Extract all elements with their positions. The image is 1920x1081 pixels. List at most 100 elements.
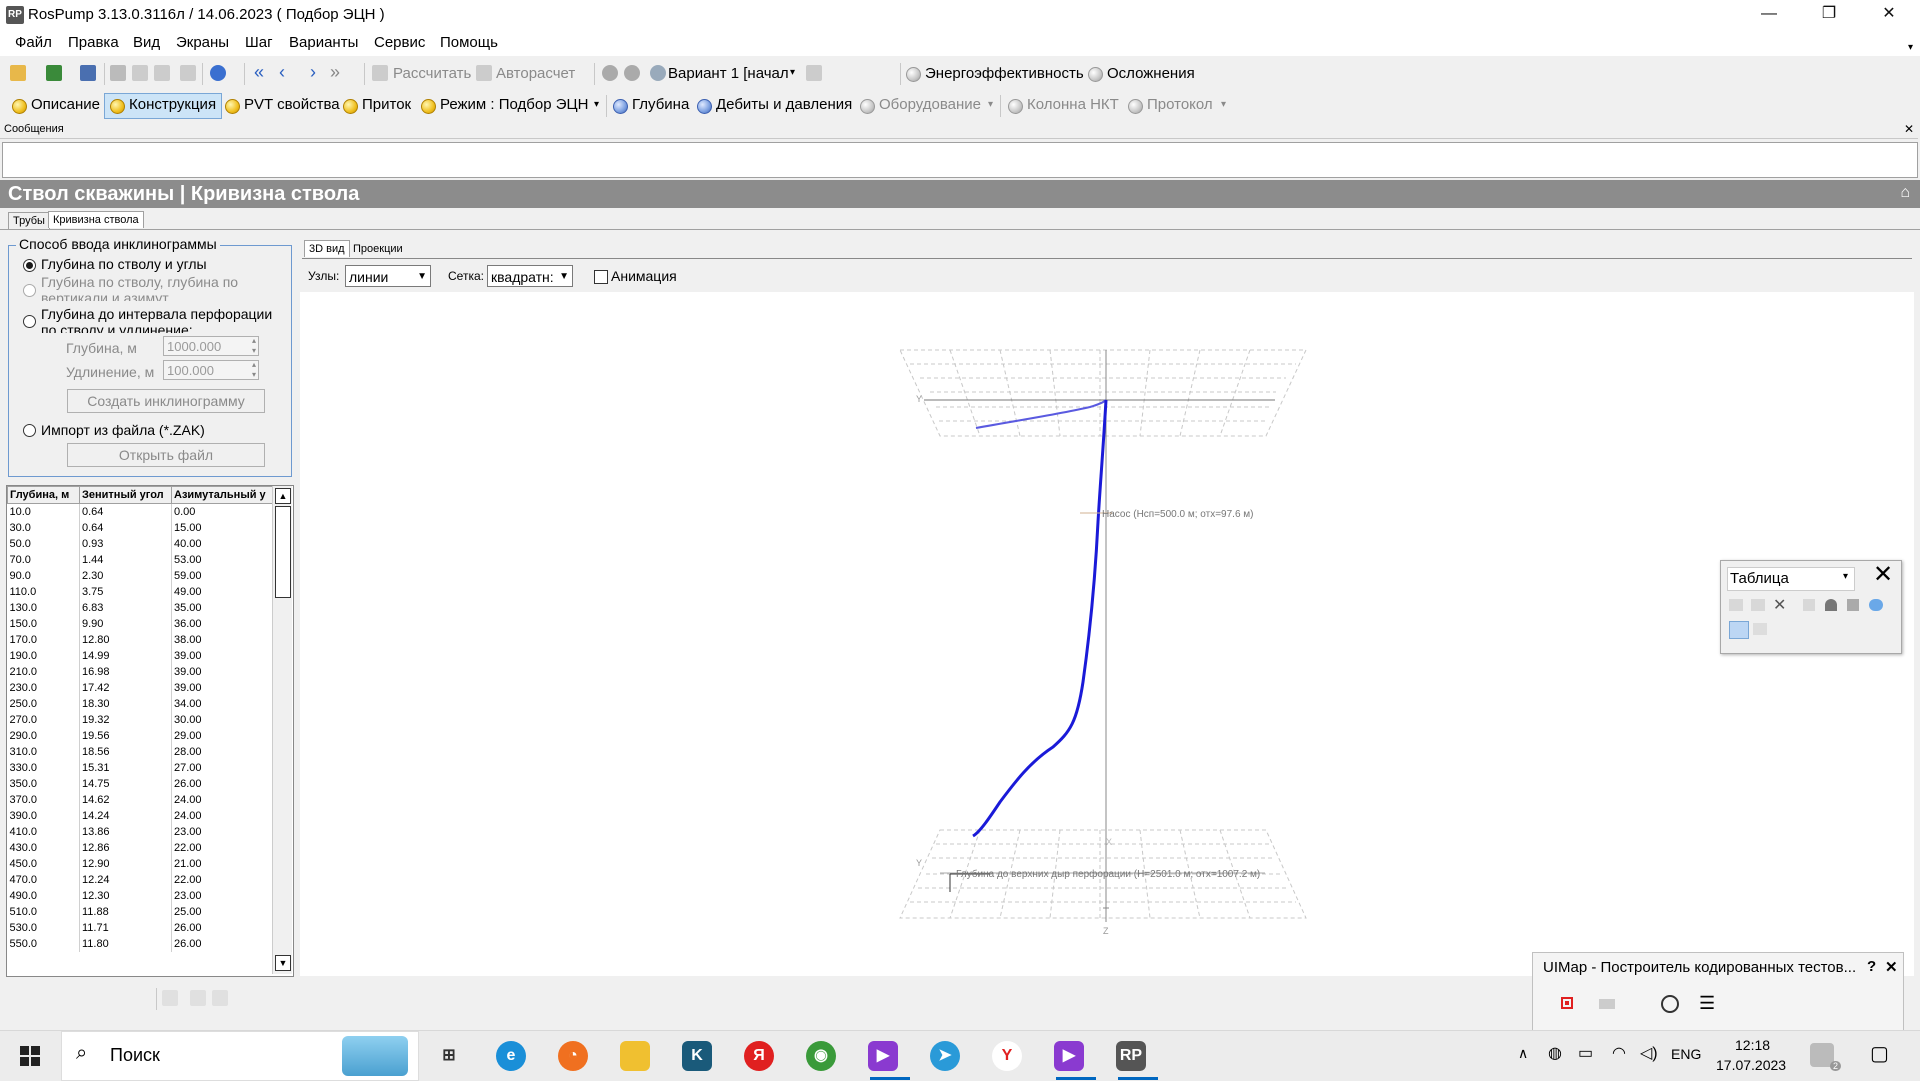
view-mode-icon-2[interactable] (1753, 623, 1767, 635)
menu-help[interactable]: Помощь (440, 34, 498, 51)
globe-icon[interactable] (602, 65, 618, 81)
uimap-window[interactable]: UIMap - Построитель кодированных тестов.… (1532, 952, 1904, 1032)
menu-overflow-icon[interactable]: ▾ (1908, 42, 1913, 53)
search-globe-icon[interactable] (624, 65, 640, 81)
cell-azimuth[interactable]: 23.00 (171, 824, 273, 840)
cell-azimuth[interactable]: 38.00 (171, 632, 273, 648)
arrows-icon[interactable] (1869, 599, 1883, 611)
cell-depth[interactable]: 430.0 (7, 840, 80, 856)
first-step-icon[interactable]: « (254, 62, 264, 83)
cell-depth[interactable]: 350.0 (7, 776, 80, 792)
table-row[interactable]: 110.0 3.75 49.00 (7, 584, 273, 600)
cell-zenith[interactable]: 16.98 (79, 664, 172, 680)
cell-azimuth[interactable]: 53.00 (171, 552, 273, 568)
rospump-taskbar-icon[interactable]: RP (1116, 1041, 1146, 1071)
cell-zenith[interactable]: 0.93 (79, 536, 172, 552)
cell-zenith[interactable]: 19.32 (79, 712, 172, 728)
cell-zenith[interactable]: 13.86 (79, 824, 172, 840)
cell-depth[interactable]: 310.0 (7, 744, 80, 760)
cell-depth[interactable]: 410.0 (7, 824, 80, 840)
windows-start-icon[interactable] (20, 1046, 40, 1066)
menu-screens[interactable]: Экраны (176, 34, 229, 51)
cell-azimuth[interactable]: 27.00 (171, 760, 273, 776)
cut-icon[interactable] (110, 65, 126, 81)
table-window-dropdown-icon[interactable]: ▾ (1843, 571, 1848, 582)
copy-table-icon[interactable] (190, 990, 206, 1006)
scroll-down-icon[interactable]: ▼ (275, 955, 291, 971)
cell-depth[interactable]: 510.0 (7, 904, 80, 920)
file-explorer-icon[interactable] (620, 1041, 650, 1071)
cell-azimuth[interactable]: 29.00 (171, 728, 273, 744)
table-row[interactable]: 230.0 17.42 39.00 (7, 680, 273, 696)
table-row[interactable]: 170.0 12.80 38.00 (7, 632, 273, 648)
screen-oborudovanie[interactable]: Оборудование (879, 96, 981, 113)
calculate-button[interactable]: Рассчитать (393, 65, 471, 82)
cell-depth[interactable]: 90.0 (7, 568, 80, 584)
cell-azimuth[interactable]: 28.00 (171, 744, 273, 760)
cell-zenith[interactable]: 14.99 (79, 648, 172, 664)
create-inclinogram-button[interactable]: Создать инклинограмму (67, 389, 265, 413)
table-row[interactable]: 10.0 0.64 0.00 (7, 503, 273, 520)
screen-opisanie[interactable]: Описание (31, 96, 100, 113)
close-button[interactable]: ✕ (1866, 0, 1912, 30)
inclinogram-table[interactable]: Глубина, м Зенитный угол Азимутальный у … (6, 485, 294, 977)
cell-azimuth[interactable]: 22.00 (171, 872, 273, 888)
depth-input[interactable]: 1000.000 (163, 336, 259, 356)
minimize-button[interactable]: — (1746, 0, 1792, 30)
cell-depth[interactable]: 550.0 (7, 936, 80, 952)
cell-azimuth[interactable]: 23.00 (171, 888, 273, 904)
home-icon[interactable]: ⌂ (1900, 184, 1910, 202)
cell-azimuth[interactable]: 35.00 (171, 600, 273, 616)
excel-icon[interactable] (46, 65, 62, 81)
cell-zenith[interactable]: 15.31 (79, 760, 172, 776)
cell-azimuth[interactable]: 22.00 (171, 840, 273, 856)
column-header-azimuth[interactable]: Азимутальный у (171, 486, 273, 504)
cell-azimuth[interactable]: 26.00 (171, 776, 273, 792)
cell-depth[interactable]: 170.0 (7, 632, 80, 648)
cell-zenith[interactable]: 12.86 (79, 840, 172, 856)
clear-table-icon[interactable] (162, 990, 178, 1006)
cell-zenith[interactable]: 0.64 (79, 503, 172, 520)
cell-zenith[interactable]: 12.80 (79, 632, 172, 648)
language-indicator[interactable]: ENG (1671, 1046, 1701, 1062)
cell-depth[interactable]: 450.0 (7, 856, 80, 872)
cell-depth[interactable]: 270.0 (7, 712, 80, 728)
cell-zenith[interactable]: 9.90 (79, 616, 172, 632)
menu-edit[interactable]: Правка (68, 34, 119, 51)
cell-azimuth[interactable]: 59.00 (171, 568, 273, 584)
cell-zenith[interactable]: 11.80 (79, 936, 172, 952)
table-row[interactable]: 270.0 19.32 30.00 (7, 712, 273, 728)
table-tool-window[interactable]: Таблица ▾ ✕ ✕ (1720, 560, 1902, 654)
next-step-icon[interactable]: › (310, 62, 316, 83)
cell-depth[interactable]: 130.0 (7, 600, 80, 616)
uimap-help-icon[interactable]: ? (1867, 958, 1876, 975)
cell-azimuth[interactable]: 0.00 (171, 503, 273, 520)
cell-zenith[interactable]: 2.30 (79, 568, 172, 584)
screen-rezhim[interactable]: Режим : Подбор ЭЦН (440, 96, 588, 113)
clock-date[interactable]: 17.07.2023 (1716, 1057, 1786, 1073)
menu-step[interactable]: Шаг (245, 34, 273, 51)
visual-studio-icon[interactable]: ▶ (868, 1041, 898, 1071)
telegram-icon[interactable]: ➤ (930, 1041, 960, 1071)
cell-zenith[interactable]: 11.88 (79, 904, 172, 920)
cell-zenith[interactable]: 6.83 (79, 600, 172, 616)
menu-variants[interactable]: Варианты (289, 34, 358, 51)
visual-studio-2-icon[interactable]: ▶ (1054, 1041, 1084, 1071)
wifi-icon[interactable]: ◠ (1612, 1043, 1626, 1063)
cell-azimuth[interactable]: 21.00 (171, 856, 273, 872)
autocalc-button[interactable]: Авторасчет (496, 65, 575, 82)
table-row[interactable]: 550.0 11.80 26.00 (7, 936, 273, 952)
table-scrollbar[interactable]: ▲ ▼ (272, 486, 292, 974)
cell-depth[interactable]: 250.0 (7, 696, 80, 712)
radio-perforation[interactable] (23, 315, 36, 328)
cell-azimuth[interactable]: 26.00 (171, 920, 273, 936)
table-row[interactable]: 450.0 12.90 21.00 (7, 856, 273, 872)
table-row[interactable]: 350.0 14.75 26.00 (7, 776, 273, 792)
tray-chevron-icon[interactable]: ∧ (1518, 1045, 1528, 1062)
well-3d-view[interactable]: Y Y X Z Насос (Нсп=500.0 м; отх=97.6 м) … (300, 292, 1914, 976)
uimap-close-icon[interactable]: ✕ (1885, 958, 1898, 976)
table-row[interactable]: 190.0 14.99 39.00 (7, 648, 273, 664)
record-icon[interactable] (1561, 997, 1573, 1009)
elongation-input[interactable]: 100.000 (163, 360, 259, 380)
table-row[interactable]: 70.0 1.44 53.00 (7, 552, 273, 568)
